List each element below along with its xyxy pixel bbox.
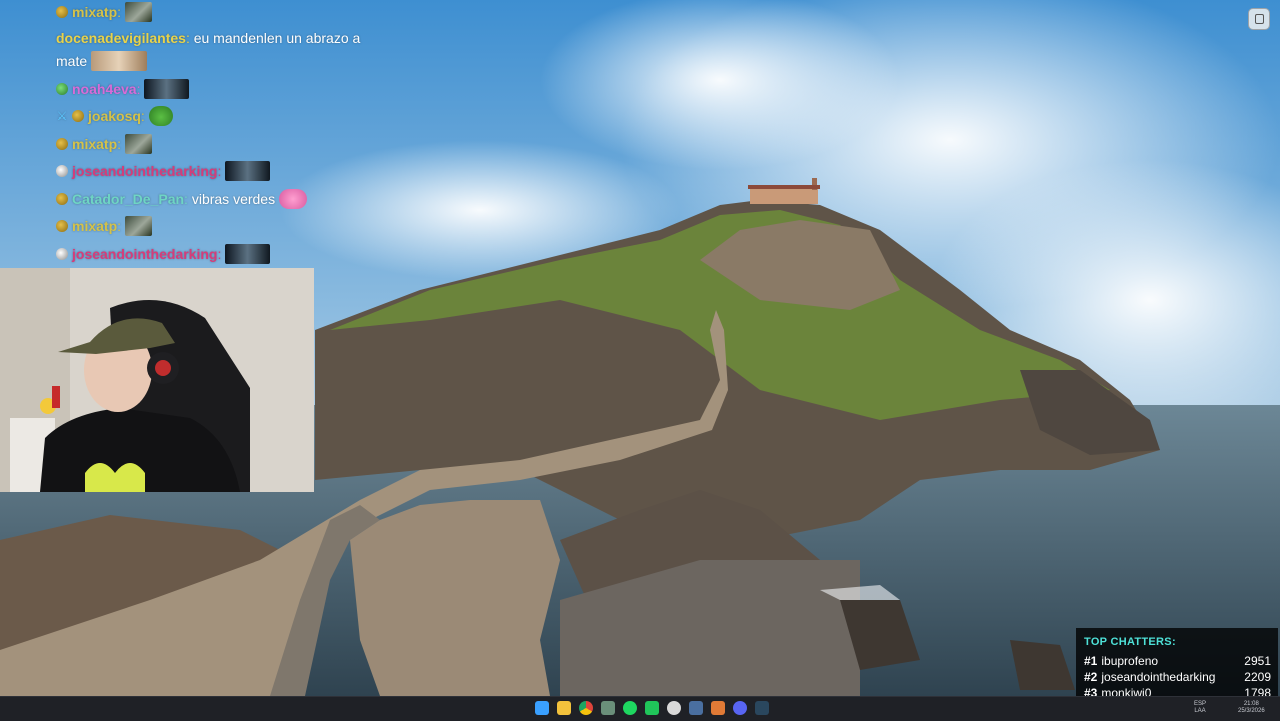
- colon: :: [185, 30, 190, 46]
- app-icon-2[interactable]: [711, 701, 725, 715]
- emote-icon: [91, 51, 148, 71]
- top-chatter-row: #2 joseandointhedarking 2209: [1084, 670, 1271, 684]
- taskbar: ESP LAA 21:08 25/3/2026: [0, 696, 1280, 721]
- chat-username: docenadevigilantes: [56, 30, 186, 46]
- chat-message-continuation: mate: [56, 50, 148, 72]
- language-code: ESP: [1194, 701, 1207, 707]
- chat-username: noah4eva: [72, 81, 137, 97]
- rank: #1: [1084, 654, 1098, 668]
- chat-text: mate: [56, 53, 88, 69]
- clock-time: 21:08: [1243, 701, 1259, 707]
- chat-username: joseandointhedarking: [72, 246, 218, 262]
- badge-icon: [56, 165, 68, 177]
- sub-badge-icon: [56, 138, 68, 150]
- emote-icon: [125, 134, 153, 154]
- chat-username: joakosq: [88, 108, 141, 124]
- discord-icon[interactable]: [733, 701, 747, 715]
- message-count: 2209: [1244, 670, 1271, 684]
- chat-text: eu mandenlen un abrazo a: [193, 30, 361, 46]
- sub-badge-icon: [56, 220, 68, 232]
- emote-icon: [125, 2, 153, 22]
- chat-message: joseandointhedarking:: [56, 160, 271, 182]
- chatter-name: joseandointhedarking: [1101, 670, 1216, 684]
- steam-icon[interactable]: [689, 701, 703, 715]
- emote-icon: [144, 79, 190, 99]
- chat-text: vibras verdes: [191, 191, 276, 207]
- colon: :: [217, 163, 222, 179]
- chat-message: mixatp:: [56, 1, 153, 23]
- steam-icon-2[interactable]: [755, 701, 769, 715]
- colon: :: [140, 108, 145, 124]
- file-explorer-icon[interactable]: [557, 701, 571, 715]
- chrome-icon[interactable]: [579, 701, 593, 715]
- clock-date: 25/3/2026: [1238, 708, 1265, 714]
- emote-icon: [225, 244, 271, 264]
- popout-chat-button[interactable]: [1248, 8, 1270, 30]
- chat-username: Catador_De_Pan: [72, 191, 185, 207]
- language-indicator[interactable]: ESP LAA: [1194, 701, 1206, 715]
- app-icon[interactable]: [601, 701, 615, 715]
- chat-username: joseandointhedarking: [72, 163, 218, 179]
- pepe-emote-icon: [148, 106, 173, 126]
- chat-message: noah4eva:: [56, 78, 190, 100]
- sword-badge-icon: ⚔: [56, 109, 68, 123]
- webcam-overlay: [0, 268, 314, 492]
- chat-username: mixatp: [72, 218, 118, 234]
- chatter-name: ibuprofeno: [1101, 654, 1159, 668]
- sub-badge-icon: [72, 110, 84, 122]
- chat-username: mixatp: [72, 4, 118, 20]
- chat-message: docenadevigilantes: eu mandenlen un abra…: [56, 27, 360, 49]
- colon: :: [117, 4, 122, 20]
- top-chatter-row: #1 ibuprofeno 2951: [1084, 654, 1271, 668]
- emote-icon: [125, 216, 153, 236]
- app-icon-red[interactable]: [667, 701, 681, 715]
- colon: :: [184, 191, 188, 207]
- message-count: 2951: [1244, 654, 1271, 668]
- colon: :: [136, 81, 141, 97]
- streamer-webcam-image: [0, 268, 314, 492]
- spotify-icon[interactable]: [623, 701, 637, 715]
- top-chatters-title: TOP CHATTERS:: [1084, 636, 1176, 648]
- keyboard-layout: LAA: [1194, 708, 1206, 714]
- chat-username: mixatp: [72, 136, 118, 152]
- chat-message: ⚔ joakosq:: [56, 105, 173, 127]
- chat-message: mixatp:: [56, 215, 153, 237]
- clock[interactable]: 21:08 25/3/2026: [1238, 701, 1265, 715]
- chat-message: joseandointhedarking:: [56, 243, 271, 265]
- badge-icon: [56, 83, 68, 95]
- badge-icon: [56, 248, 68, 260]
- sub-badge-icon: [56, 6, 68, 18]
- colon: :: [117, 218, 122, 234]
- chat-message: Catador_De_Pan: vibras verdes: [56, 188, 308, 210]
- emote-icon: [225, 161, 271, 181]
- colon: :: [217, 246, 222, 262]
- chat-message: mixatp:: [56, 133, 153, 155]
- sub-badge-icon: [56, 193, 68, 205]
- rank: #2: [1084, 670, 1098, 684]
- colon: :: [117, 136, 122, 152]
- windows-start-icon[interactable]: [535, 701, 549, 715]
- green-app-icon[interactable]: [645, 701, 659, 715]
- emote-icon: [279, 189, 308, 209]
